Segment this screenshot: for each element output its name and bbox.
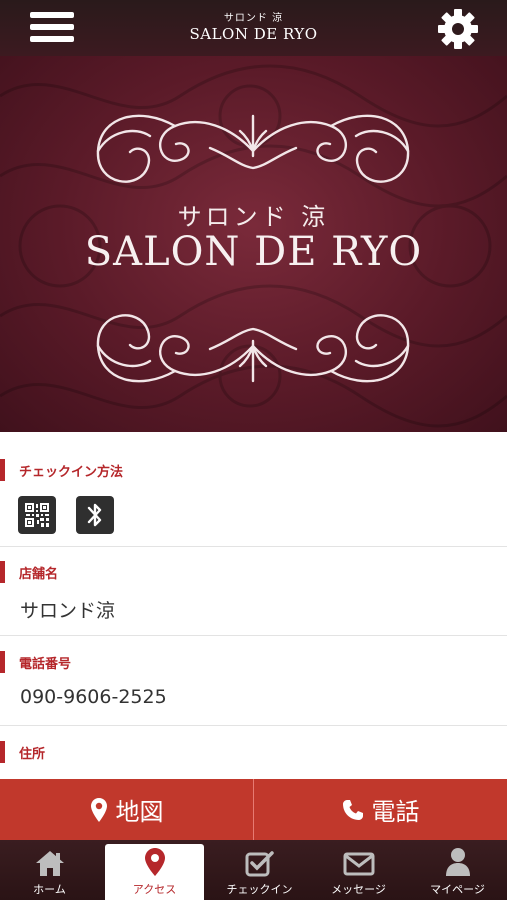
phone-icon <box>342 799 363 820</box>
section-accent-bar <box>0 561 5 583</box>
action-bar: 地図 電話 <box>0 779 507 840</box>
bluetooth-icon[interactable] <box>76 496 114 534</box>
section-accent-bar <box>0 459 5 481</box>
hero-name-en: SALON DE RYO <box>84 229 423 275</box>
call-button-label: 電話 <box>371 798 420 826</box>
brand-name-jp: サロンド 涼 <box>223 13 284 24</box>
shop-name-section: 店舗名 サロンド涼 <box>0 561 507 636</box>
checkbox-icon <box>245 851 274 877</box>
hero-banner: サロンド 涼 SALON DE RYO <box>0 56 507 432</box>
map-pin-icon <box>90 797 107 822</box>
user-icon <box>445 848 470 876</box>
tab-checkin[interactable]: チェックイン <box>210 840 309 900</box>
map-pin-icon <box>144 848 165 876</box>
phone-label: 電話番号 <box>19 656 72 672</box>
gear-icon[interactable] <box>437 8 479 50</box>
hero-name-jp: サロンド 涼 <box>177 203 330 231</box>
bottom-tab-bar: ホーム アクセス チェックイン メッセージ マイページ <box>0 840 507 900</box>
tab-access-label: アクセス <box>132 883 177 896</box>
tab-message[interactable]: メッセージ <box>309 840 408 900</box>
tab-mypage-label: マイページ <box>430 883 485 896</box>
brand-logo: サロンド 涼 SALON DE RYO <box>189 13 317 43</box>
address-section: 住所 <box>0 741 507 779</box>
map-button[interactable]: 地図 <box>0 779 253 840</box>
brand-name-en: SALON DE RYO <box>189 25 318 43</box>
section-accent-bar <box>0 741 5 763</box>
tab-home-label: ホーム <box>33 883 66 896</box>
address-label: 住所 <box>19 746 46 762</box>
tab-access[interactable]: アクセス <box>105 844 204 900</box>
app-header: サロンド 涼 SALON DE RYO <box>0 0 507 56</box>
tab-home[interactable]: ホーム <box>0 840 99 900</box>
tab-message-label: メッセージ <box>331 883 386 896</box>
tab-checkin-label: チェックイン <box>226 883 293 896</box>
tab-mypage[interactable]: マイページ <box>408 840 507 900</box>
checkin-section: チェックイン方法 <box>0 459 507 547</box>
call-button[interactable]: 電話 <box>253 779 507 840</box>
home-icon <box>35 851 64 876</box>
shop-name-value: サロンド涼 <box>20 600 116 622</box>
qr-code-icon[interactable] <box>18 496 56 534</box>
shop-name-label: 店舗名 <box>19 566 59 582</box>
envelope-icon <box>343 852 374 876</box>
hamburger-menu-icon[interactable] <box>30 12 74 46</box>
phone-section: 電話番号 090-9606-2525 <box>0 651 507 726</box>
phone-value[interactable]: 090-9606-2525 <box>20 686 167 708</box>
section-accent-bar <box>0 651 5 673</box>
checkin-label: チェックイン方法 <box>19 464 124 480</box>
map-button-label: 地図 <box>115 798 164 826</box>
